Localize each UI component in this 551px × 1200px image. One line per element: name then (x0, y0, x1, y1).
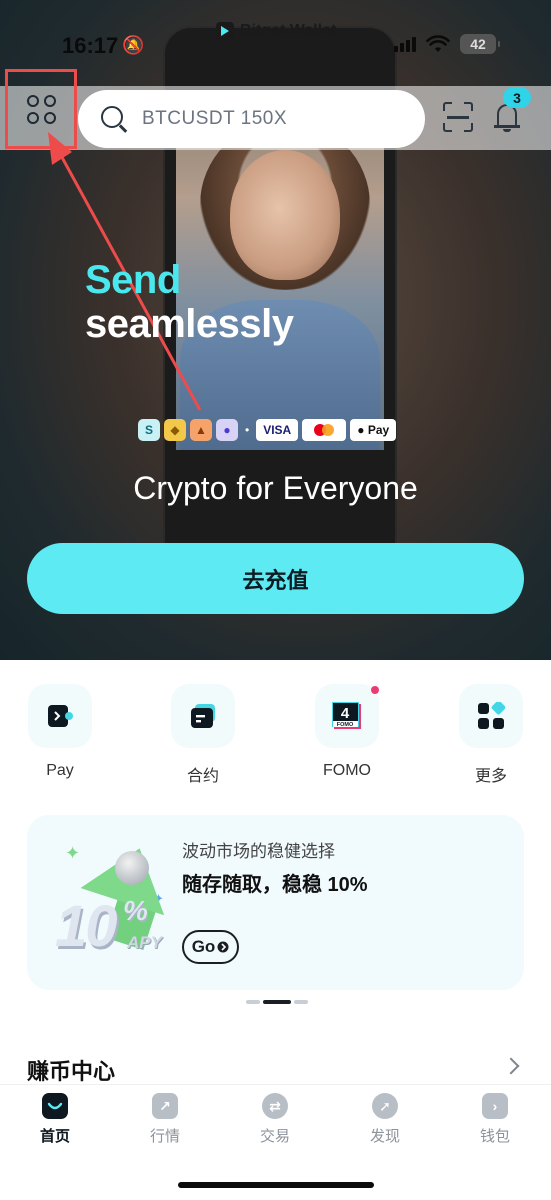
tab-home[interactable]: 首页 (15, 1093, 95, 1146)
apy-art-label: APY (127, 933, 162, 952)
apple-icon: ● (357, 423, 365, 437)
quick-action-label: 合约 (186, 768, 219, 785)
tab-markets[interactable]: ↗ 行情 (125, 1093, 205, 1146)
tab-wallet[interactable]: › 钱包 (455, 1093, 535, 1146)
top-up-button[interactable]: 去充值 (27, 543, 524, 614)
tab-label: 交易 (259, 1128, 290, 1145)
apple-pay-logo: ● Pay (350, 419, 397, 441)
binance-icon: ◆ (164, 419, 186, 441)
go-label: Go (191, 937, 216, 956)
promo-banner[interactable]: ✦ ✦ 10 % APY 波动市场的稳健选择 随存随取，稳稳 10% Go (27, 815, 524, 990)
tab-label: 发现 (369, 1128, 400, 1145)
tab-label: 钱包 (479, 1128, 510, 1145)
coin-illustration (115, 851, 149, 885)
quick-action-fomo[interactable]: 4 FOMO FOMO (302, 684, 392, 780)
apple-pay-label: Pay (367, 423, 390, 437)
hero-headline-2: seamlessly (85, 302, 294, 346)
quick-action-futures[interactable]: 合约 (158, 684, 248, 786)
phantom-icon: ● (216, 419, 238, 441)
tab-discover[interactable]: ➚ 发现 (345, 1093, 425, 1146)
quick-action-label: FOMO (323, 762, 371, 779)
promo-subtitle: 波动市场的稳健选择 (182, 842, 335, 861)
annotation-arrow (48, 132, 202, 411)
tab-label: 首页 (39, 1128, 70, 1145)
payment-methods: S ◆ ▲ ● • VISA ● Pay (138, 419, 397, 441)
new-dot-badge (371, 686, 379, 694)
promo-title: 随存随取，稳稳 10% (182, 874, 368, 896)
fomo-icon-text: FOMO (337, 722, 354, 728)
apy-art-number: 10 (55, 894, 117, 959)
mastercard-logo (302, 419, 347, 441)
more-apps-icon (459, 684, 523, 748)
hero-tagline: Crypto for Everyone (133, 470, 418, 506)
fomo-icon: 4 FOMO (315, 684, 379, 748)
quick-action-pay[interactable]: Pay (15, 684, 105, 780)
swap-icon: S (138, 419, 160, 441)
visa-logo: VISA (256, 419, 299, 441)
metamask-icon: ▲ (190, 419, 212, 441)
fomo-icon-number: 4 (341, 705, 350, 722)
hero-headline-1: Send (85, 258, 181, 302)
quick-action-label: Pay (46, 762, 74, 779)
tab-label: 行情 (149, 1128, 180, 1145)
quick-action-label: 更多 (474, 768, 507, 785)
home-indicator (178, 1182, 374, 1188)
carousel-pager (246, 1000, 308, 1004)
compass-icon: ➚ (372, 1093, 398, 1119)
section-title: 赚币中心 (27, 1059, 116, 1084)
chevron-right-icon[interactable] (502, 1057, 520, 1075)
futures-icon (171, 684, 235, 748)
home-icon (42, 1093, 68, 1119)
apy-art-percent: % (123, 895, 148, 926)
chevron-right-icon (217, 941, 229, 953)
promo-go-button[interactable]: Go (182, 930, 239, 964)
trade-icon: ⇄ (262, 1093, 288, 1119)
sparkle-icon: ✦ (65, 843, 81, 863)
tab-trade[interactable]: ⇄ 交易 (235, 1093, 315, 1146)
pay-icon (28, 684, 92, 748)
quick-action-more[interactable]: 更多 (446, 684, 536, 786)
markets-icon: ↗ (152, 1093, 178, 1119)
quick-actions: Pay 合约 4 FOMO FOMO 更多 (0, 684, 551, 786)
separator-dot: • (245, 423, 250, 437)
wallet-icon: › (482, 1093, 508, 1119)
